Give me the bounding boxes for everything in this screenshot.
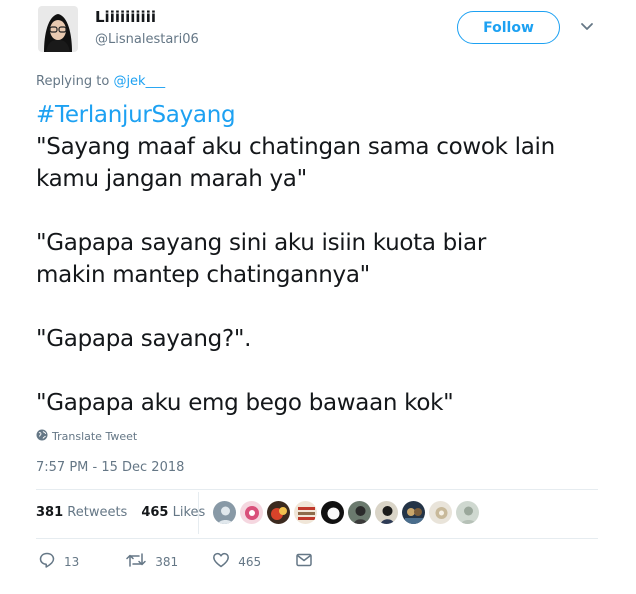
like-action[interactable]: 465 [212, 551, 261, 572]
divider [36, 538, 598, 539]
tweet-line: "Sayang maaf aku chatingan sama cowok la… [36, 134, 555, 160]
tweet-line: "Gapapa aku emg bego bawaan kok" [36, 390, 454, 416]
retweets-count: 381 [36, 505, 64, 520]
avatar[interactable] [38, 6, 78, 52]
liker-avatar[interactable] [293, 500, 318, 525]
liker-avatar[interactable] [266, 500, 291, 525]
divider [198, 492, 199, 534]
follow-button[interactable]: Follow [457, 11, 560, 44]
tweet-actions: 13 381 465 [36, 551, 313, 572]
tweet-stats: 381 Retweets 465 Likes [36, 505, 205, 520]
retweet-count: 381 [155, 554, 179, 569]
liker-avatar[interactable] [239, 500, 264, 525]
heart-icon [212, 551, 230, 572]
translate-tweet-label: Translate Tweet [52, 430, 138, 443]
reply-action[interactable]: 13 [38, 551, 79, 572]
liker-avatar[interactable] [374, 500, 399, 525]
liker-avatar[interactable] [320, 500, 345, 525]
direct-message-action[interactable] [295, 551, 313, 572]
reply-count: 13 [64, 554, 80, 569]
likes-count: 465 [141, 505, 169, 520]
like-count: 465 [238, 554, 262, 569]
tweet-line: makin mantep chatingannya" [36, 262, 370, 288]
tweet-line: kamu jangan marah ya" [36, 166, 307, 192]
mention-link[interactable]: @jek___ [113, 74, 165, 89]
tweet-text: #TerlanjurSayang "Sayang maaf aku chatin… [36, 99, 606, 419]
hashtag-link[interactable]: #TerlanjurSayang [36, 99, 606, 131]
envelope-icon [295, 551, 313, 572]
likes-stat[interactable]: 465 Likes [141, 505, 205, 520]
retweet-icon [125, 551, 147, 572]
liker-avatar[interactable] [455, 500, 480, 525]
replying-to-label: Replying to [36, 74, 114, 89]
reply-icon [38, 551, 56, 572]
divider [36, 489, 598, 490]
chevron-down-icon[interactable] [578, 18, 596, 36]
user-handle[interactable]: @Lisnalestari06 [95, 32, 199, 47]
globe-icon [36, 429, 48, 444]
tweet-line: "Gapapa sayang sini aku isiin kuota biar [36, 230, 486, 256]
retweets-stat[interactable]: 381 Retweets [36, 505, 127, 520]
replying-to: Replying to @jek___ [36, 74, 165, 89]
translate-tweet-button[interactable]: Translate Tweet [36, 429, 137, 444]
retweets-label: Retweets [67, 505, 128, 520]
liker-avatar[interactable] [428, 500, 453, 525]
liker-avatars [212, 500, 480, 525]
retweet-action[interactable]: 381 [125, 551, 178, 572]
display-name[interactable]: Liiiiiiiiii [95, 8, 156, 26]
tweet-line: "Gapapa sayang?". [36, 326, 252, 352]
liker-avatar[interactable] [401, 500, 426, 525]
likes-label: Likes [172, 505, 206, 520]
liker-avatar[interactable] [347, 500, 372, 525]
liker-avatar[interactable] [212, 500, 237, 525]
tweet-timestamp[interactable]: 7:57 PM - 15 Dec 2018 [36, 460, 184, 475]
